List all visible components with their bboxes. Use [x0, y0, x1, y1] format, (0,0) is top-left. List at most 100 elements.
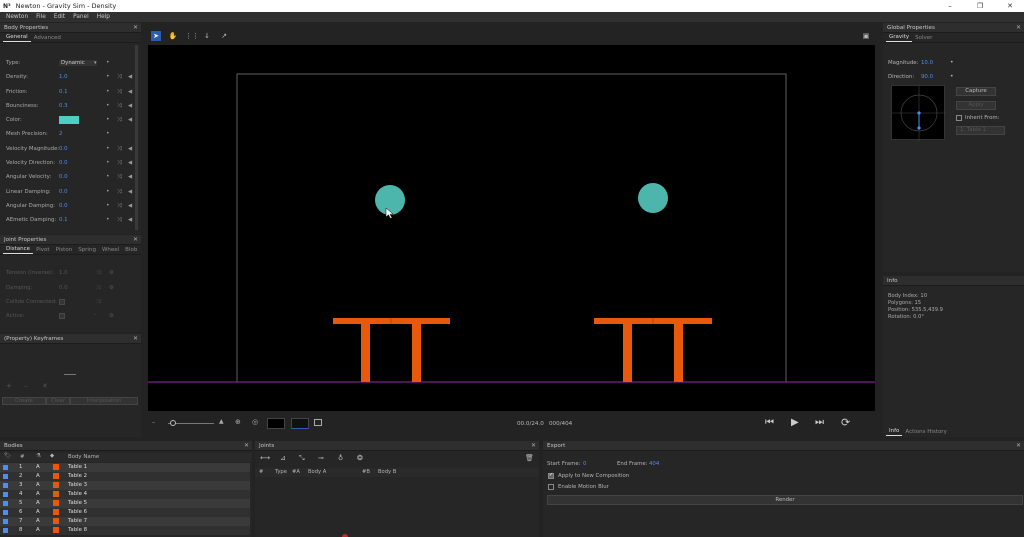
remove-icon[interactable]: –: [24, 382, 28, 390]
scene-canvas[interactable]: [148, 45, 875, 411]
table-leg[interactable]: [623, 324, 632, 382]
tab-piston[interactable]: Piston: [53, 247, 76, 254]
damping-value[interactable]: 0.0: [59, 285, 68, 291]
table-row[interactable]: 2 A Table 2: [0, 472, 250, 481]
close-panel-icon[interactable]: ✕: [133, 236, 138, 243]
minimize-icon[interactable]: –: [935, 0, 965, 12]
close-panel-icon[interactable]: ✕: [1016, 24, 1021, 31]
shuffle-icon[interactable]: ⤨: [117, 189, 121, 196]
menu-panel[interactable]: Panel: [73, 14, 89, 20]
render-button[interactable]: Render: [547, 495, 1023, 505]
close-panel-icon[interactable]: ✕: [531, 442, 536, 449]
shuffle-icon[interactable]: ⤨: [117, 74, 121, 81]
ball-2[interactable]: [638, 183, 668, 213]
menu-newton[interactable]: Newton: [6, 14, 28, 20]
shuffle-icon[interactable]: ⤨: [117, 103, 121, 110]
zoom-in-icon[interactable]: ▲: [219, 418, 224, 425]
tension-value[interactable]: 1.0: [59, 270, 68, 276]
tab-solver[interactable]: Solver: [912, 35, 935, 42]
close-panel-icon[interactable]: ✕: [133, 24, 138, 31]
gravity-tool-icon[interactable]: ↓: [202, 31, 212, 41]
inherit-from-checkbox[interactable]: [956, 115, 962, 121]
shuffle-icon[interactable]: ⤨: [96, 270, 100, 277]
clear-button[interactable]: Clear: [46, 397, 70, 405]
velocity-direction-value[interactable]: 0.0: [59, 160, 68, 166]
tab-advanced[interactable]: Advanced: [31, 35, 64, 42]
density-value[interactable]: 1.0: [59, 74, 68, 80]
add-icon[interactable]: +: [6, 382, 12, 390]
loop-icon[interactable]: ⟳: [841, 416, 850, 429]
type-select[interactable]: Dynamic: [59, 60, 97, 66]
start-frame-value[interactable]: 0: [583, 461, 586, 467]
gear-icon[interactable]: ⚙: [109, 285, 114, 291]
gravity-direction-widget[interactable]: [891, 85, 946, 141]
spring-joint-icon[interactable]: ⊸: [318, 454, 324, 462]
table-top-left[interactable]: [333, 318, 450, 324]
linear-damping-value[interactable]: 0.0: [59, 189, 68, 195]
ball-1[interactable]: [375, 185, 405, 215]
close-icon[interactable]: ✕: [995, 0, 1024, 12]
interpolation-button[interactable]: Interpolation: [70, 397, 138, 405]
motion-blur-checkbox[interactable]: [548, 484, 554, 490]
capture-button[interactable]: Capture: [956, 87, 996, 96]
pivot-joint-icon[interactable]: ⊿: [280, 454, 286, 462]
delete-icon[interactable]: ✕: [42, 382, 48, 390]
keyframe-icon[interactable]: ◀: [128, 174, 132, 180]
inherit-from-select[interactable]: 1. Table 1: [956, 126, 1005, 135]
shuffle-icon[interactable]: ⤨: [117, 146, 121, 153]
blob-joint-icon[interactable]: ❂: [357, 454, 363, 462]
simulation-viewport[interactable]: [148, 45, 875, 411]
bounciness-value[interactable]: 0.3: [59, 103, 68, 109]
keyframe-icon[interactable]: ◀: [128, 103, 132, 109]
step-forward-icon[interactable]: ⏭: [815, 417, 824, 428]
mesh-precision-value[interactable]: 2: [59, 131, 62, 137]
velocity-magnitude-value[interactable]: 0.0: [59, 146, 68, 152]
trash-icon[interactable]: 🗑: [525, 454, 534, 462]
tab-pivot[interactable]: Pivot: [33, 247, 53, 254]
gear-icon[interactable]: ⚙: [109, 313, 114, 319]
frame-toggle-icon[interactable]: [314, 419, 322, 426]
keyframe-icon[interactable]: ◀: [128, 146, 132, 152]
tab-gravity[interactable]: Gravity: [886, 34, 913, 42]
shuffle-icon[interactable]: ⤨: [117, 117, 121, 124]
keyframe-icon[interactable]: ◀: [128, 160, 132, 166]
menu-help[interactable]: Help: [97, 14, 110, 20]
scrollbar[interactable]: [135, 45, 138, 230]
gear-icon[interactable]: ⚙: [109, 270, 114, 276]
shuffle-icon[interactable]: ⤨: [117, 203, 121, 210]
menu-file[interactable]: File: [36, 14, 46, 20]
friction-value[interactable]: 0.1: [59, 89, 68, 95]
table-row[interactable]: 3 A Table 3: [0, 481, 250, 490]
tab-distance[interactable]: Distance: [3, 246, 34, 254]
close-panel-icon[interactable]: ✕: [1016, 442, 1021, 449]
zoom-fit-icon[interactable]: ⊕: [235, 418, 241, 426]
table-leg[interactable]: [674, 324, 683, 382]
close-panel-icon[interactable]: ✕: [244, 442, 249, 449]
table-row[interactable]: 8 A Table 8: [0, 526, 250, 535]
end-frame-value[interactable]: 404: [649, 461, 659, 467]
hand-tool-icon[interactable]: ✋: [168, 31, 178, 41]
keyframe-icon[interactable]: ◀: [128, 117, 132, 123]
visibility-icon[interactable]: ◎: [252, 418, 258, 426]
collide-connected-checkbox[interactable]: [59, 299, 65, 305]
tab-actions-history[interactable]: Actions History: [902, 429, 949, 436]
distance-joint-icon[interactable]: ⟷: [260, 454, 270, 462]
table-leg[interactable]: [412, 324, 421, 382]
angular-velocity-value[interactable]: 0.0: [59, 174, 68, 180]
zoom-out-icon[interactable]: –: [152, 419, 155, 426]
direction-value[interactable]: 90.0: [921, 74, 933, 80]
select-tool-icon[interactable]: ➤: [151, 31, 161, 41]
maximize-icon[interactable]: ❐: [965, 0, 995, 12]
tab-general[interactable]: General: [3, 34, 31, 42]
shuffle-icon[interactable]: ⤨: [96, 285, 100, 292]
piston-joint-icon[interactable]: ⤡: [299, 454, 305, 463]
shuffle-icon[interactable]: ⤨: [96, 299, 100, 306]
table-row[interactable]: 4 A Table 4: [0, 490, 250, 499]
magnitude-value[interactable]: 10.0: [921, 60, 933, 66]
keyframe-icon[interactable]: ◀: [128, 89, 132, 95]
aemetic-damping-value[interactable]: 0.1: [59, 217, 68, 223]
direction-tool-icon[interactable]: ↗: [219, 31, 229, 41]
shuffle-icon[interactable]: ⤨: [117, 217, 121, 224]
tab-info[interactable]: Info: [886, 428, 903, 436]
shuffle-icon[interactable]: ⤨: [117, 160, 121, 167]
